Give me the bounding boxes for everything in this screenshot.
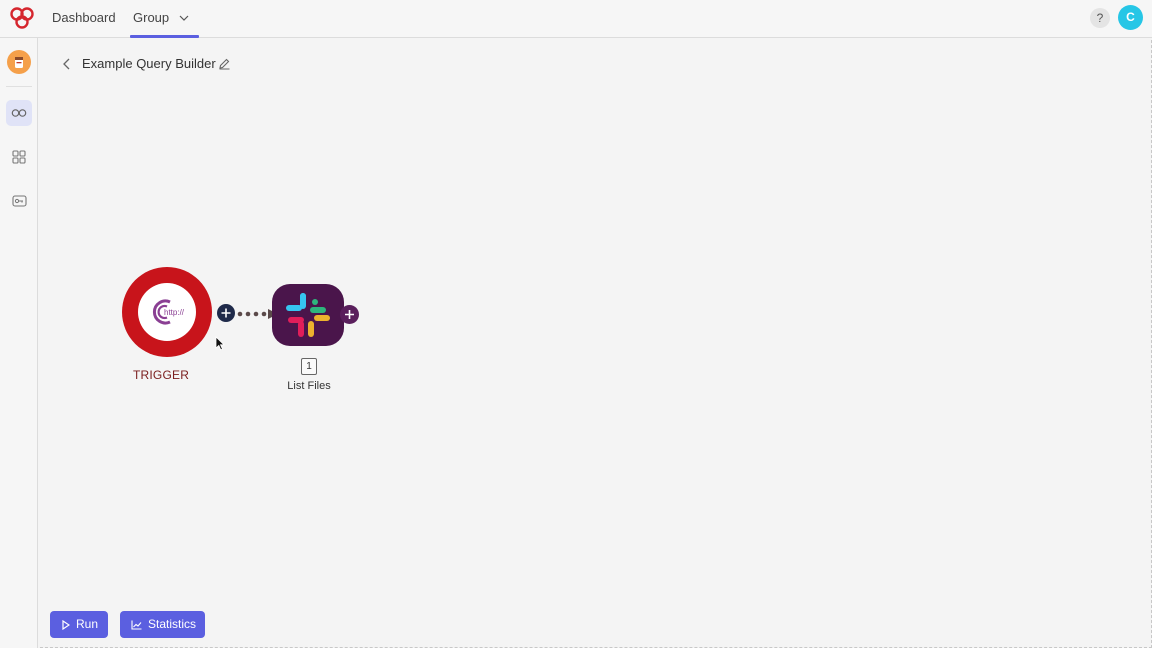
organization-logo-icon — [15, 57, 23, 68]
top-nav: Dashboard Group ? C — [0, 0, 1152, 38]
user-avatar[interactable]: C — [1118, 5, 1143, 30]
scenario-title: Example Query Builder — [82, 56, 216, 71]
sidebar-item-apps[interactable] — [6, 144, 32, 170]
statistics-button-label: Statistics — [148, 617, 197, 631]
active-tab-indicator — [130, 35, 199, 38]
chart-icon — [131, 620, 142, 630]
slack-module-node[interactable] — [272, 284, 344, 346]
nav-group[interactable]: Group — [130, 0, 199, 38]
link-icon — [11, 109, 27, 117]
back-chevron-icon[interactable] — [60, 56, 74, 72]
slack-logo-icon — [286, 293, 330, 337]
play-icon — [62, 619, 70, 630]
help-button[interactable]: ? — [1090, 8, 1110, 28]
plus-icon — [221, 308, 231, 318]
run-button[interactable]: Run — [50, 611, 108, 638]
statistics-button[interactable]: Statistics — [120, 611, 205, 638]
nav-group-label: Group — [133, 10, 170, 25]
trigger-node-inner: http:// — [138, 283, 196, 341]
organization-avatar[interactable] — [7, 50, 31, 74]
add-next-module-button[interactable] — [340, 305, 359, 324]
plus-icon — [345, 310, 354, 319]
sidebar-divider — [6, 86, 32, 87]
webhook-http-icon: http:// — [152, 299, 185, 325]
trigger-label: TRIGGER — [133, 368, 190, 382]
key-icon — [11, 195, 27, 207]
trigger-node[interactable]: http:// — [122, 267, 212, 357]
module-label: List Files — [287, 380, 331, 392]
edit-pencil-icon[interactable] — [218, 57, 231, 70]
nav-dashboard[interactable]: Dashboard — [52, 0, 116, 37]
sidebar-item-scenarios[interactable] — [6, 100, 32, 126]
add-module-button[interactable] — [217, 304, 235, 322]
grid-icon — [12, 150, 26, 164]
chevron-down-icon — [179, 15, 189, 21]
module-number-badge: 1 — [301, 358, 317, 375]
trigger-icon-text: http:// — [164, 308, 185, 317]
run-button-label: Run — [76, 617, 99, 631]
app-logo-icon[interactable] — [9, 6, 35, 30]
sidebar — [0, 38, 38, 648]
mouse-pointer-icon — [215, 336, 225, 351]
sidebar-item-keys[interactable] — [6, 188, 32, 214]
